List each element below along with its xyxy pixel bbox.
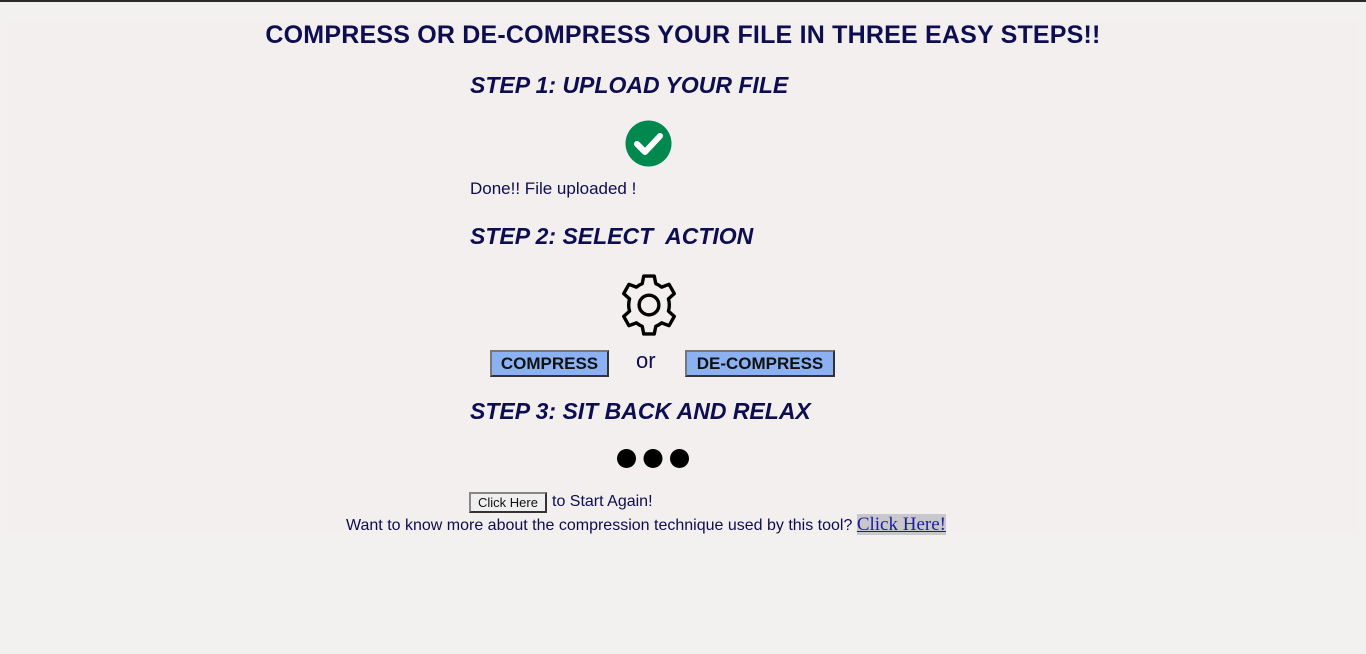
page-title: COMPRESS OR DE-COMPRESS YOUR FILE IN THR…	[265, 21, 1101, 49]
step1-heading: STEP 1: UPLOAD YOUR FILE	[470, 72, 789, 98]
info-line: Want to know more about the compression …	[346, 514, 946, 536]
info-link[interactable]: Click Here!	[856, 514, 946, 535]
decompress-button[interactable]: DE-COMPRESS	[685, 350, 835, 377]
step2-heading: STEP 2: SELECT ACTION	[470, 223, 754, 249]
loading-dots-icon	[616, 448, 690, 470]
restart-text: to Start Again!	[552, 493, 653, 510]
gear-icon	[612, 268, 686, 342]
upload-status-text: Done!! File uploaded !	[470, 179, 637, 198]
step3-heading: STEP 3: SIT BACK AND RELAX	[470, 398, 811, 424]
window-top-border	[0, 0, 1366, 2]
check-circle-icon	[625, 120, 672, 167]
or-text: or	[636, 348, 656, 373]
compress-button[interactable]: COMPRESS	[490, 350, 609, 377]
info-text: Want to know more about the compression …	[346, 517, 853, 534]
restart-button[interactable]: Click Here	[469, 492, 547, 513]
